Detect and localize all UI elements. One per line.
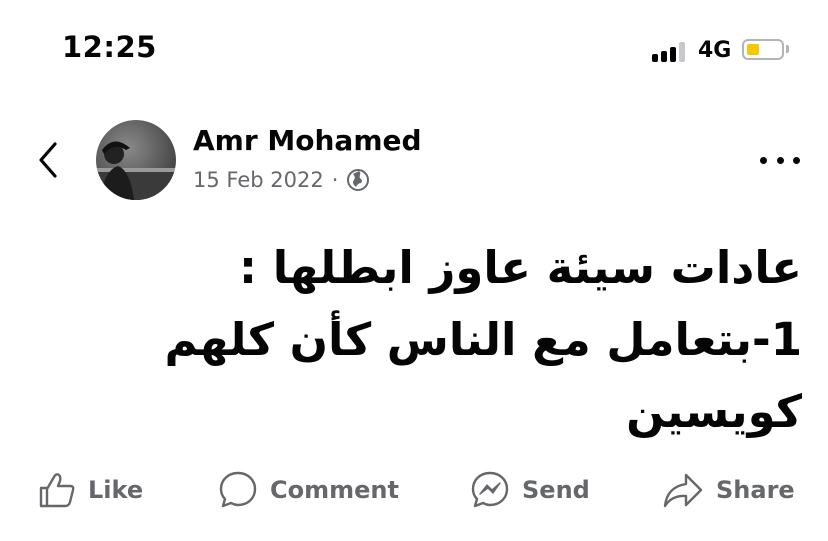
thumbs-up-icon [39, 473, 75, 508]
share-button[interactable]: Share [662, 462, 795, 518]
comment-button[interactable]: Comment [218, 462, 399, 518]
author-avatar[interactable] [96, 120, 176, 200]
status-time: 12:25 [62, 30, 157, 64]
messenger-icon [471, 471, 509, 508]
like-label: Like [88, 476, 144, 504]
more-options-button[interactable] [760, 150, 800, 170]
post-date[interactable]: 15 Feb 2022 [193, 168, 324, 192]
back-button[interactable] [28, 138, 68, 182]
network-type: 4G [698, 38, 732, 63]
more-dots-icon [760, 156, 767, 164]
post-text: عادات سيئة عاوز ابطلها : 1-بتعامل مع الن… [164, 241, 802, 438]
globe-icon [347, 169, 370, 191]
post-actions-bar: Like Comment Send Share [0, 462, 828, 518]
comment-bubble-icon [219, 471, 257, 508]
status-bar: 12:25 4G [0, 0, 828, 100]
signal-icon [652, 40, 690, 62]
battery-cap [786, 45, 789, 53]
chevron-left-icon [39, 142, 57, 178]
author-name[interactable]: Amr Mohamed [193, 124, 422, 157]
meta-separator: · [331, 168, 339, 192]
send-button[interactable]: Send [470, 462, 590, 518]
avatar-photo [96, 141, 176, 200]
share-label: Share [716, 476, 795, 504]
battery-icon [742, 39, 784, 60]
send-label: Send [522, 476, 590, 504]
comment-label: Comment [270, 476, 399, 504]
post-meta: 15 Feb 2022 · [193, 168, 370, 192]
share-arrow-icon [663, 473, 703, 508]
like-button[interactable]: Like [38, 462, 143, 518]
